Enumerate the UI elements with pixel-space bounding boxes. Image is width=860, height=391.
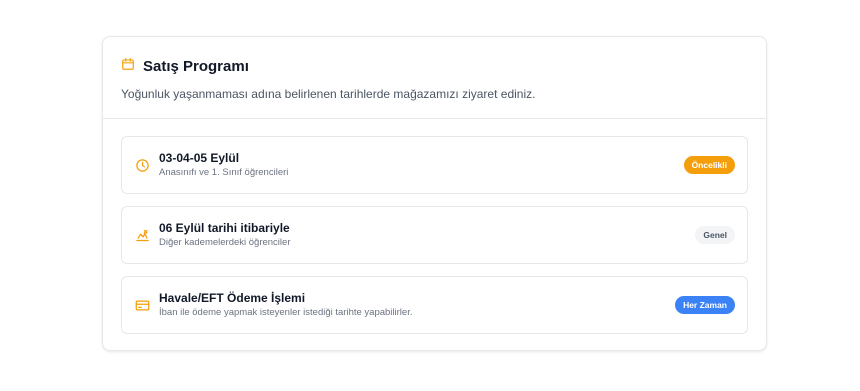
transport-icon	[135, 228, 150, 243]
schedule-item-description: İban ile ödeme yapmak isteyenler istediğ…	[159, 307, 413, 318]
title-row: Satış Programı	[121, 57, 748, 76]
schedule-item-title: Havale/EFT Ödeme İşlemi	[159, 291, 306, 305]
schedule-item-description: Diğer kademelerdeki öğrenciler	[159, 237, 291, 248]
schedule-item-description: Anasınıfı ve 1. Sınıf öğrencileri	[159, 167, 289, 178]
status-badge: Her Zaman	[675, 296, 735, 314]
schedule-item-general: 06 Eylül tarihi itibariyle Diğer kademel…	[121, 206, 748, 264]
schedule-item-text: Havale/EFT Ödeme İşlemi İban ile ödeme y…	[159, 291, 675, 319]
schedule-item-title: 03-04-05 Eylül	[159, 151, 240, 165]
schedule-item-text: 03-04-05 Eylül Anasınıfı ve 1. Sınıf öğr…	[159, 151, 684, 179]
clock-icon	[135, 158, 150, 173]
schedule-item-priority: 03-04-05 Eylül Anasınıfı ve 1. Sınıf öğr…	[121, 136, 748, 194]
status-badge: Öncelikli	[683, 156, 735, 174]
schedule-item-payment: Havale/EFT Ödeme İşlemi İban ile ödeme y…	[121, 276, 748, 334]
card-header: Satış Programı Yoğunluk yaşanmaması adın…	[103, 37, 766, 119]
page-subtitle: Yoğunluk yaşanmaması adına belirlenen ta…	[121, 87, 536, 101]
status-badge: Genel	[695, 226, 735, 244]
credit-card-icon	[135, 298, 150, 313]
schedule-item-text: 06 Eylül tarihi itibariyle Diğer kademel…	[159, 221, 695, 249]
sales-schedule-card: Satış Programı Yoğunluk yaşanmaması adın…	[102, 36, 767, 351]
schedule-list: 03-04-05 Eylül Anasınıfı ve 1. Sınıf öğr…	[103, 119, 766, 334]
page-title: Satış Programı	[143, 58, 249, 75]
schedule-item-title: 06 Eylül tarihi itibariyle	[159, 221, 290, 235]
calendar-icon	[121, 57, 135, 76]
